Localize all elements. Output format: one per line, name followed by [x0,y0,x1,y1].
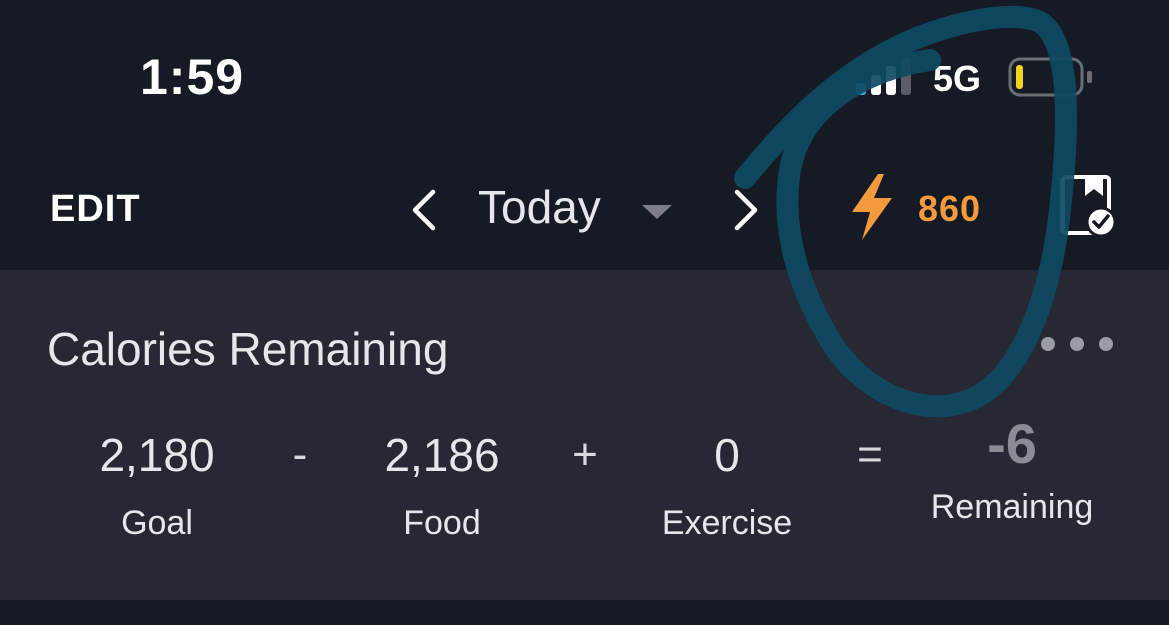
chevron-left-icon[interactable] [405,186,445,234]
equals-operator: = [857,430,883,479]
goal-label: Goal [121,504,193,542]
exercise-label: Exercise [661,504,793,542]
network-type: 5G [933,58,982,99]
more-options-icon[interactable] [1034,332,1124,356]
plus-operator: + [572,430,598,479]
exercise-column: 0 Exercise [637,420,817,556]
status-time: 1:59 [140,49,245,105]
minus-operator: - [292,430,308,479]
cellular-signal-icon [856,57,911,95]
chevron-right-icon[interactable] [725,186,765,234]
food-value: 2,186 [384,429,500,481]
goal-value: 2,180 [99,429,215,481]
date-selector[interactable]: Today [478,180,688,240]
battery-low-icon [1008,57,1092,97]
caret-down-icon [642,205,672,219]
completed-log-icon[interactable] [1055,174,1119,240]
card-title: Calories Remaining [47,323,449,375]
food-label: Food [403,504,481,542]
date-label: Today [478,181,601,233]
edit-button[interactable]: EDIT [50,188,141,231]
lightning-bolt-icon [852,174,892,240]
exercise-value: 0 [714,429,740,481]
streak-count: 860 [918,188,982,229]
food-column: 2,186 Food [362,420,522,556]
remaining-column: -6 Remaining [912,414,1112,540]
streak-counter[interactable]: 860 [848,172,1008,244]
goal-column: 2,180 Goal [77,420,237,556]
calorie-formula: 2,180 Goal - 2,186 Food + 0 Exercise = -… [0,414,1169,550]
diary-header: EDIT Today 860 [0,150,1169,270]
bottom-strip [0,600,1169,625]
remaining-label: Remaining [930,488,1094,526]
remaining-value: -6 [987,412,1037,475]
calories-remaining-card[interactable]: Calories Remaining 2,180 Goal - 2,186 Fo… [0,270,1169,600]
status-bar: 1:59 5G [0,0,1169,150]
